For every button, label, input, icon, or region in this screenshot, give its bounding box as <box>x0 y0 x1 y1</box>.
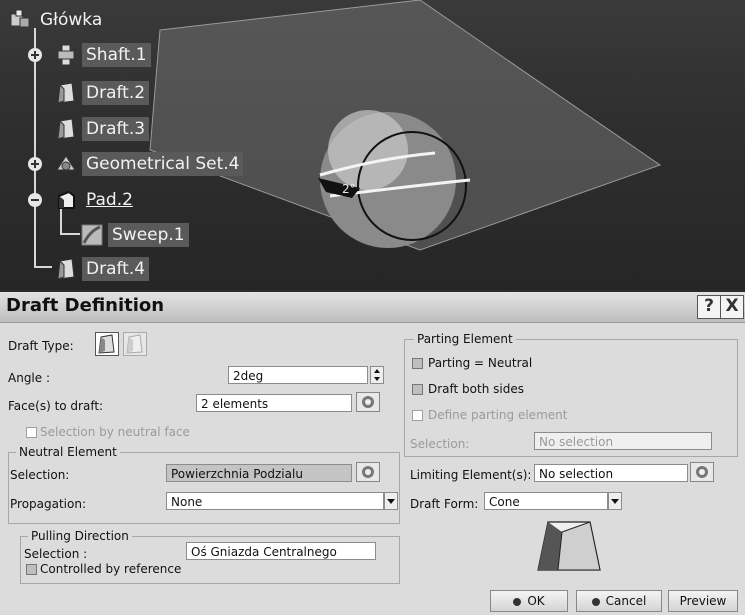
pick-icon <box>362 466 374 478</box>
tree-root-label: Główka <box>40 10 103 30</box>
draft-form-select[interactable]: Cone <box>484 492 608 510</box>
limiting-elements-label: Limiting Element(s): <box>410 468 532 482</box>
tree-stub-sweep <box>60 233 80 235</box>
define-parting-element-checkbox[interactable] <box>412 410 423 421</box>
parting-neutral-label: Parting = Neutral <box>428 356 533 370</box>
define-parting-element-label: Define parting element <box>428 408 568 422</box>
propagation-label: Propagation: <box>10 497 87 511</box>
tree-root[interactable]: Główka <box>8 6 106 34</box>
preview-button[interactable]: Preview <box>668 590 738 612</box>
tree-stub-draft4 <box>34 266 52 268</box>
draft-definition-dialog: Draft Definition ? X Draft Type: Angle :… <box>0 292 745 615</box>
controlled-by-reference-label: Controlled by reference <box>40 562 182 576</box>
tree-item-label: Sweep.1 <box>108 223 189 247</box>
shaft-icon <box>57 44 75 66</box>
collapse-pad-icon[interactable] <box>28 193 42 207</box>
expand-geometrical-set-icon[interactable] <box>28 157 42 171</box>
draft-form-dropdown-arrow[interactable] <box>608 492 622 510</box>
cancel-button[interactable]: Cancel <box>576 590 662 612</box>
sphere-highlight <box>328 110 408 190</box>
product-icon <box>10 9 30 28</box>
tree-item-shaft[interactable]: Shaft.1 <box>54 41 151 69</box>
draft-icon <box>57 258 75 280</box>
draft-variable-icon <box>126 334 143 354</box>
draft-type-variable-button[interactable] <box>123 332 147 356</box>
tree-item-label: Draft.2 <box>82 81 150 105</box>
faces-to-draft-label: Face(s) to draft: <box>8 399 104 413</box>
draft-form-preview-icon <box>537 521 601 571</box>
ok-icon <box>513 597 522 606</box>
controlled-by-reference-checkbox[interactable] <box>26 564 37 575</box>
tree-trunk <box>34 28 36 268</box>
ok-button[interactable]: OK <box>490 590 568 612</box>
tree-item-label: Pad.2 <box>86 190 133 210</box>
tree-item-label: Draft.3 <box>82 117 150 141</box>
3d-viewport[interactable]: 2° Główka Shaft.1 Draft.2 Draft.3 Geomet… <box>0 0 745 290</box>
tree-item-draft2[interactable]: Draft.2 <box>54 79 150 107</box>
pulling-direction-title: Pulling Direction <box>28 529 132 543</box>
draft-type-label: Draft Type: <box>8 339 74 353</box>
tree-item-label: Shaft.1 <box>82 43 151 67</box>
pulling-selection-label: Selection : <box>24 547 88 561</box>
tree-item-draft3[interactable]: Draft.3 <box>54 115 150 143</box>
pad-icon <box>58 190 75 209</box>
faces-to-draft-field[interactable]: 2 elements <box>196 394 352 412</box>
draft-both-sides-label: Draft both sides <box>428 382 524 396</box>
parting-neutral-checkbox[interactable] <box>412 358 423 369</box>
angle-spinner[interactable] <box>370 366 384 384</box>
dialog-titlebar[interactable]: Draft Definition ? X <box>0 292 745 323</box>
draft-form-label: Draft Form: <box>410 497 479 511</box>
angle-input[interactable]: 2deg <box>228 366 368 384</box>
close-button[interactable]: X <box>720 295 744 319</box>
angle-annotation: 2° <box>342 182 356 196</box>
propagation-select[interactable]: None <box>166 492 384 510</box>
faces-edit-list-button[interactable] <box>356 392 380 412</box>
tree-item-sweep[interactable]: Sweep.1 <box>80 221 189 249</box>
draft-icon <box>57 118 75 140</box>
cancel-label: Cancel <box>605 594 647 608</box>
draft-type-constant-button[interactable] <box>95 332 119 356</box>
ok-label: OK <box>527 594 545 608</box>
draft-constant-icon <box>98 334 115 354</box>
tree-item-pad[interactable]: Pad.2 <box>54 186 137 214</box>
parting-selection-label: Selection: <box>410 437 470 451</box>
edit-list-icon <box>362 396 374 408</box>
propagation-dropdown-arrow[interactable] <box>384 492 398 510</box>
draft-both-sides-checkbox[interactable] <box>412 384 423 395</box>
help-button[interactable]: ? <box>697 295 721 319</box>
geometrical-set-icon <box>56 155 76 171</box>
neutral-element-frame <box>8 452 400 524</box>
parting-element-title: Parting Element <box>414 332 516 346</box>
limiting-elements-pick-button[interactable] <box>690 462 714 482</box>
tree-item-label: Draft.4 <box>82 257 150 281</box>
neutral-selection-label: Selection: <box>10 468 70 482</box>
neutral-selection-field[interactable]: Powierzchnia Podzialu <box>166 464 352 482</box>
tree-item-draft4[interactable]: Draft.4 <box>54 255 150 283</box>
angle-label: Angle : <box>8 371 51 385</box>
neutral-selection-pick-button[interactable] <box>356 462 380 482</box>
sweep-icon <box>81 224 103 246</box>
selection-by-neutral-face-label: Selection by neutral face <box>40 425 190 439</box>
pick-icon <box>696 466 708 478</box>
neutral-element-title: Neutral Element <box>16 445 120 459</box>
draft-icon <box>57 82 75 104</box>
preview-label: Preview <box>679 594 727 608</box>
parting-selection-field[interactable]: No selection <box>534 432 712 450</box>
pulling-selection-field[interactable]: Oś Gniazda Centralnego <box>186 542 376 560</box>
dialog-title: Draft Definition <box>6 295 165 316</box>
cancel-icon <box>591 597 600 606</box>
limiting-elements-field[interactable]: No selection <box>534 464 688 482</box>
tree-item-label: Geometrical Set.4 <box>82 152 244 176</box>
tree-item-geometrical-set[interactable]: Geometrical Set.4 <box>54 150 244 178</box>
expand-shaft-icon[interactable] <box>28 48 42 62</box>
selection-by-neutral-face-checkbox[interactable] <box>26 427 37 438</box>
